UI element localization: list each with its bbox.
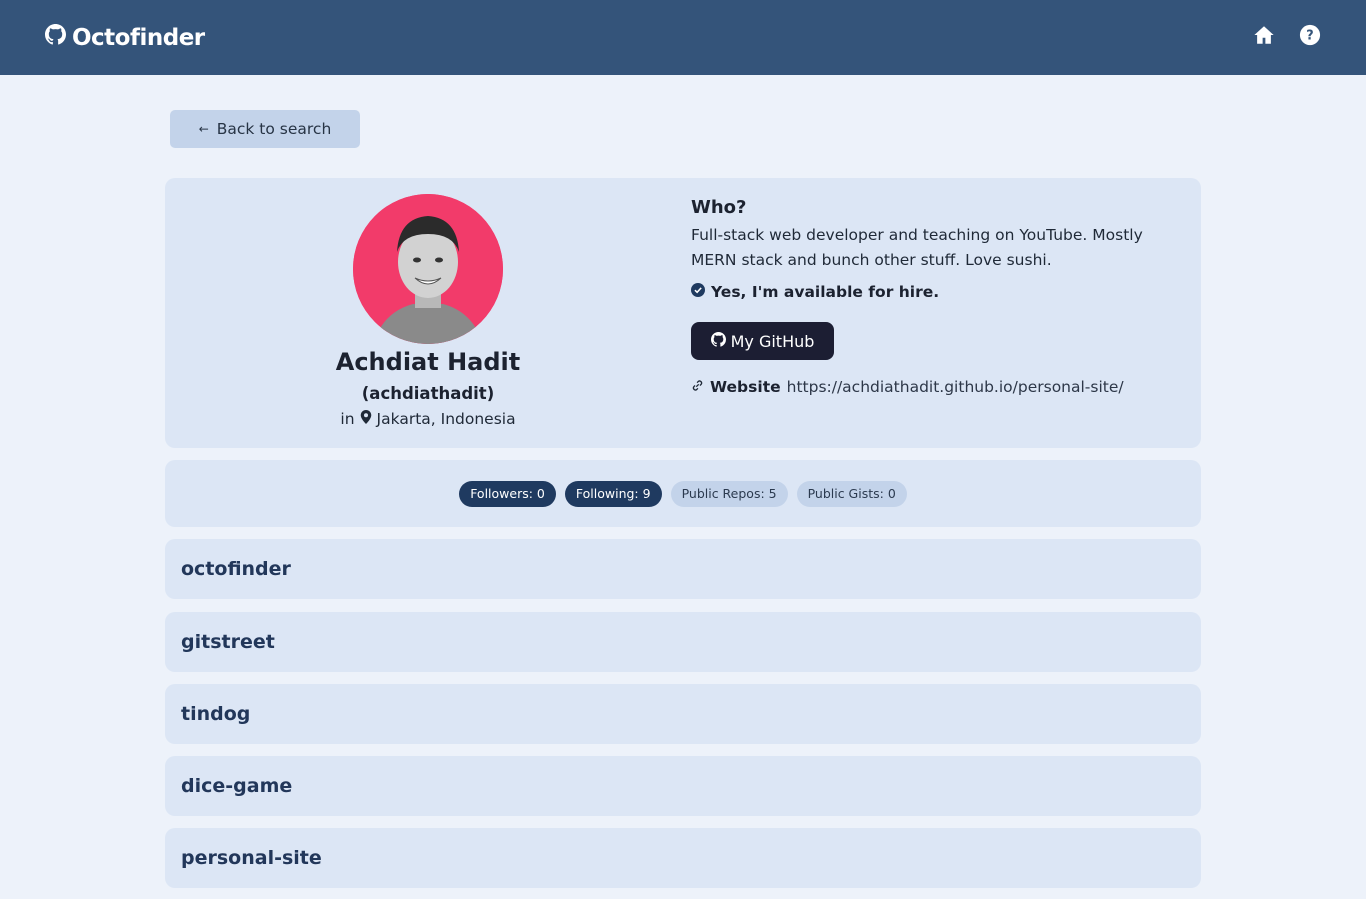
help-icon[interactable]: ? <box>1299 24 1321 46</box>
avatar <box>353 194 503 344</box>
public-repos-badge: Public Repos: 5 <box>670 480 788 507</box>
hireable-text: Yes, I'm available for hire. <box>711 283 940 301</box>
public-gists-badge: Public Gists: 0 <box>796 480 907 507</box>
home-icon[interactable] <box>1253 24 1275 46</box>
repo-item[interactable]: personal-site <box>165 828 1201 888</box>
github-icon <box>710 331 726 351</box>
repo-name: dice-game <box>181 775 293 797</box>
website-row: Website https://achdiathadit.github.io/p… <box>691 378 1124 396</box>
website-label: Website <box>710 378 781 396</box>
brand-name: Octofinder <box>72 24 205 51</box>
my-github-label: My GitHub <box>730 331 815 351</box>
repo-name: tindog <box>181 703 251 725</box>
repo-item[interactable]: octofinder <box>165 539 1201 599</box>
website-link[interactable]: https://achdiathadit.github.io/personal-… <box>787 378 1124 396</box>
location-prefix: in <box>340 410 355 428</box>
stats-card: Followers: 0 Following: 9 Public Repos: … <box>165 460 1201 527</box>
back-arrow-icon: ← <box>198 122 209 136</box>
following-badge: Following: 9 <box>564 480 662 507</box>
navbar: Octofinder ? <box>0 0 1366 75</box>
profile-location: in Jakarta, Indonesia <box>165 410 691 428</box>
map-pin-icon <box>360 410 372 428</box>
my-github-button[interactable]: My GitHub <box>691 322 834 360</box>
repo-name: gitstreet <box>181 631 275 653</box>
back-to-search-label: Back to search <box>216 120 332 138</box>
back-to-search-button[interactable]: ← Back to search <box>170 110 360 148</box>
repo-name: personal-site <box>181 847 322 869</box>
repo-item[interactable]: dice-game <box>165 756 1201 816</box>
brand-link[interactable]: Octofinder <box>45 24 205 51</box>
link-icon <box>691 378 704 396</box>
bio-text: Full-stack web developer and teaching on… <box>691 226 1143 269</box>
profile-name: Achdiat Hadit <box>335 348 521 376</box>
profile-card: Achdiat Hadit (achdiathadit) in Jakarta,… <box>165 178 1201 448</box>
repo-item[interactable]: gitstreet <box>165 612 1201 672</box>
location-text: Jakarta, Indonesia <box>376 410 516 428</box>
about-title: Who? <box>691 197 747 218</box>
check-circle-icon <box>691 283 705 301</box>
svg-text:?: ? <box>1306 29 1313 44</box>
hireable-status: Yes, I'm available for hire. <box>691 283 939 301</box>
profile-login: (achdiathadit) <box>361 384 495 403</box>
repo-name: octofinder <box>181 558 291 580</box>
github-logo-icon <box>45 24 66 51</box>
followers-badge: Followers: 0 <box>459 480 556 507</box>
repo-item[interactable]: tindog <box>165 684 1201 744</box>
